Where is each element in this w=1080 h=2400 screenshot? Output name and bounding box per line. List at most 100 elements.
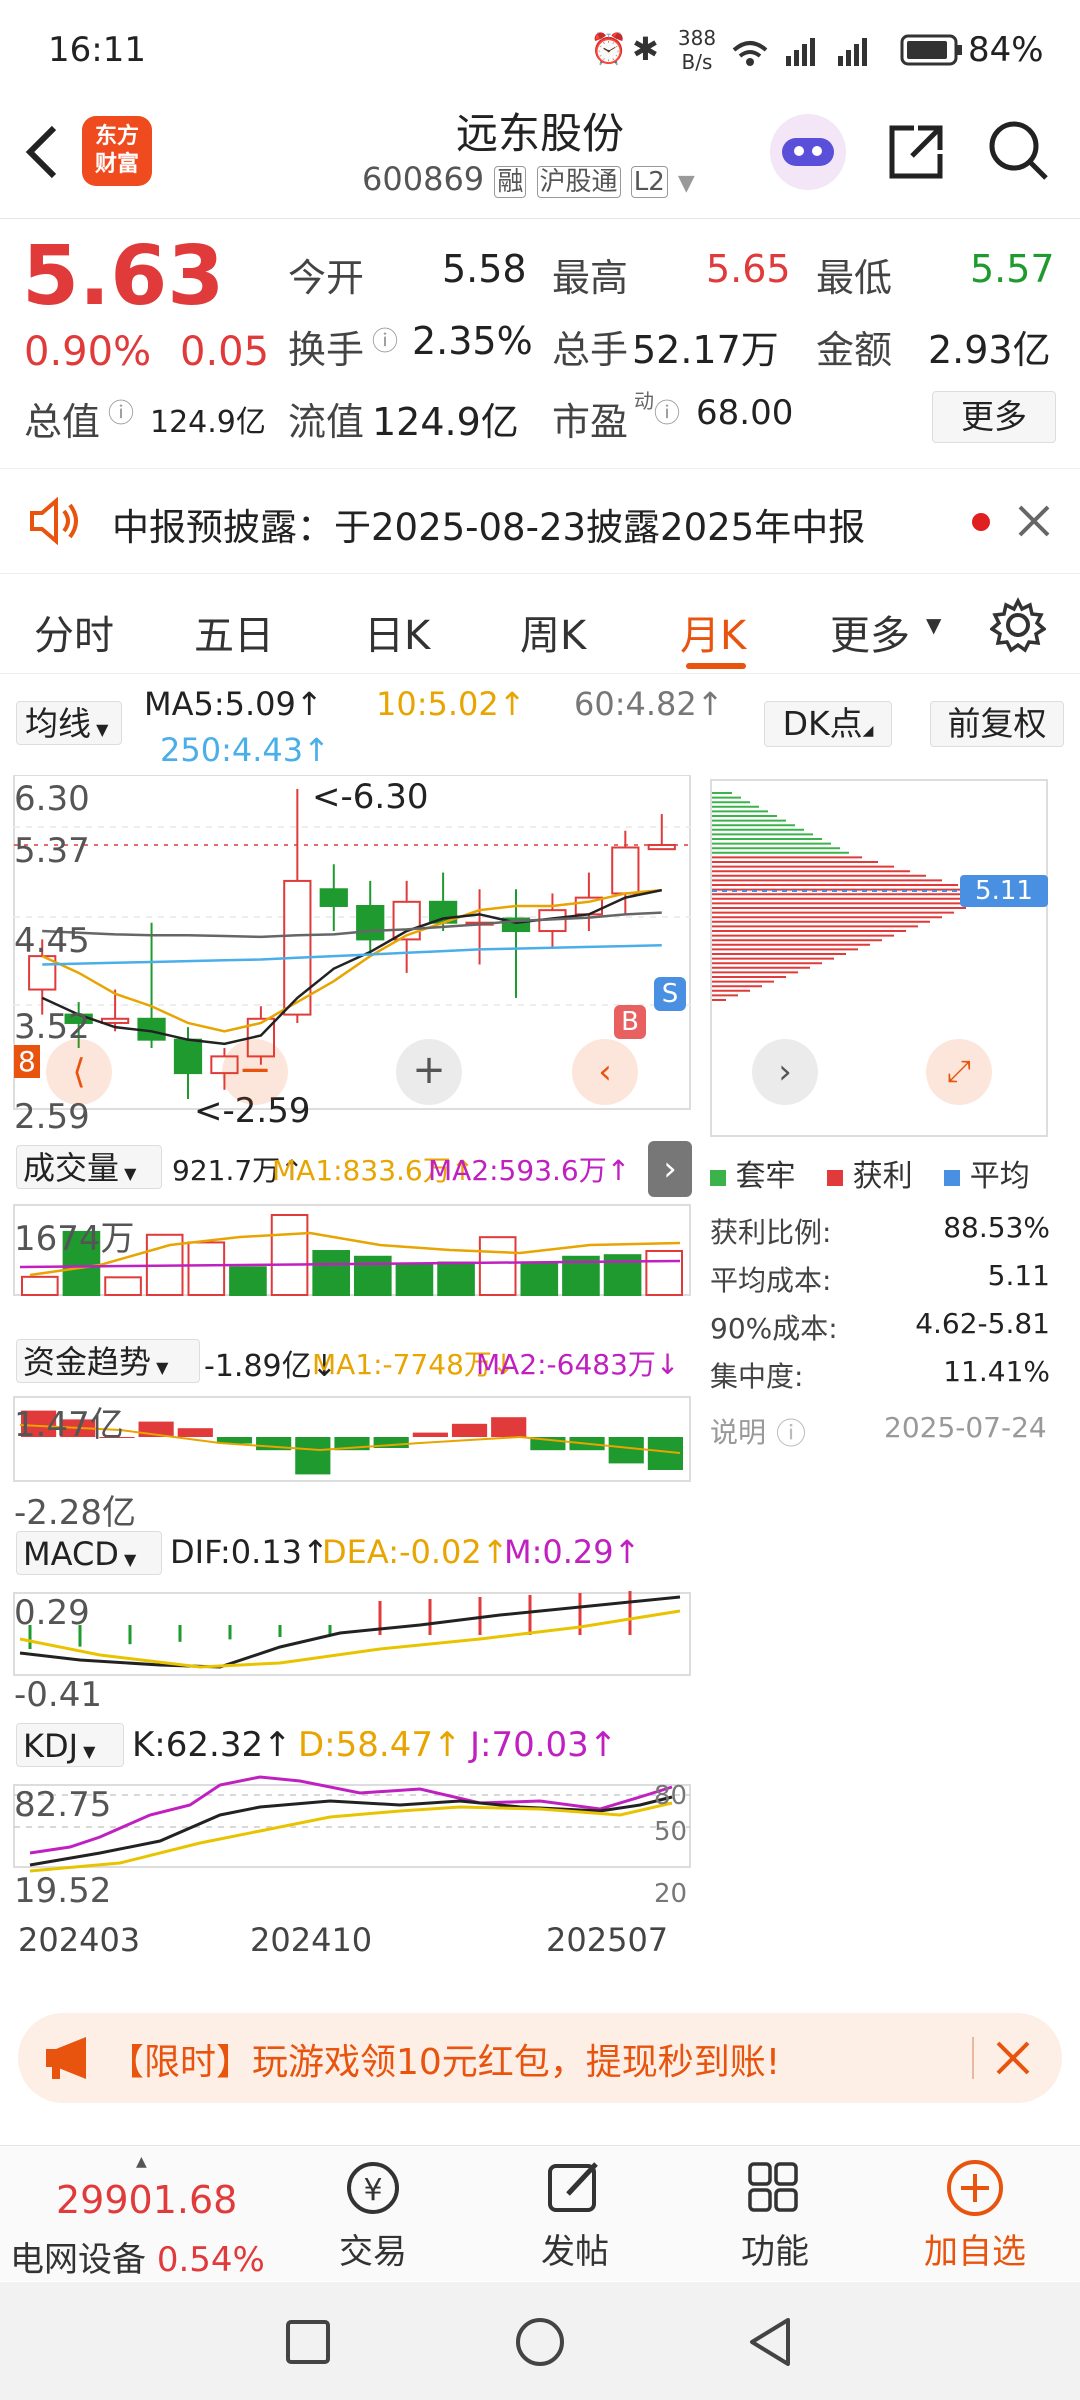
chevron-down-icon[interactable]: ▼ <box>678 171 695 196</box>
fund-bar <box>177 1428 213 1437</box>
ma-selector[interactable]: 均线 ▼ <box>16 701 122 745</box>
battery-icon <box>900 34 962 66</box>
assistant-avatar[interactable] <box>770 114 846 190</box>
tab-more[interactable]: 更多 <box>830 603 910 661</box>
chip-row: 90%成本: 4.62-5.81 <box>710 1307 1050 1355</box>
kdj-selector[interactable]: KDJ ▼ <box>16 1723 124 1767</box>
scroll-left-button[interactable]: ‹ <box>572 1039 638 1105</box>
back-nav-icon[interactable] <box>744 2316 796 2368</box>
nav-trade[interactable]: ¥ 交易 <box>308 2156 438 2273</box>
x-label-end: 202507 <box>546 1921 669 1959</box>
buy-marker[interactable]: B <box>614 1005 646 1039</box>
kdj-y-bottom: 19.52 <box>14 1871 112 1911</box>
x-label-mid: 202410 <box>250 1921 373 1959</box>
chip-cost-tag: 5.11 <box>960 875 1048 907</box>
logo-text-2: 财富 <box>94 152 139 177</box>
high-label: 最高 <box>552 256 629 300</box>
promo-banner[interactable]: 【限时】玩游戏领10元红包，提现秒到账! <box>18 2013 1062 2103</box>
notice-bar[interactable]: 中报预披露：于2025-08-23披露2025年中报 <box>0 468 1080 574</box>
stock-name: 远东股份 <box>455 109 624 158</box>
sell-marker[interactable]: S <box>654 977 686 1011</box>
fund-trend-selector[interactable]: 资金趋势 ▼ <box>16 1339 200 1383</box>
chart-area: 均线 ▼ MA5:5.09↑ 10:5.02↑ 60:4.82↑ 250:4.4… <box>0 675 1080 1995</box>
settings-icon[interactable] <box>990 597 1046 653</box>
pe-value: 68.00 <box>696 393 794 433</box>
unread-dot <box>972 513 990 531</box>
candle-body <box>100 1017 130 1024</box>
kdj-d: D:58.47↑ <box>298 1725 462 1765</box>
battery-percent: 84% <box>968 30 1044 70</box>
chip-distribution-chart[interactable] <box>710 779 1050 1139</box>
recent-apps-icon[interactable] <box>284 2318 332 2366</box>
share-icon[interactable] <box>884 120 948 184</box>
expand-left-button[interactable]: ⟨ <box>46 1039 112 1105</box>
help-icon[interactable]: ⓘ <box>776 1409 806 1453</box>
candle-body <box>611 846 640 895</box>
macd-dea: DEA:-0.02↑ <box>322 1533 509 1571</box>
zoom-in-button[interactable]: + <box>396 1039 462 1105</box>
kdj-y-top: 82.75 <box>14 1785 112 1825</box>
legend-average: 平均 <box>969 1159 1030 1194</box>
tab-intraday[interactable]: 分时 <box>34 603 114 661</box>
search-icon[interactable] <box>986 118 1052 184</box>
logo-text-1: 东方 <box>94 124 139 149</box>
volume-value: 52.17万 <box>632 328 779 372</box>
level2-tag: L2 <box>630 166 668 198</box>
net-speed-unit: B/s <box>681 50 713 74</box>
low-label: 最低 <box>816 256 893 300</box>
change-pct: 0.90% <box>24 329 152 375</box>
change-abs: 0.05 <box>180 329 270 375</box>
app-logo[interactable]: 东方 财富 <box>82 116 152 186</box>
macd-y-bottom: -0.41 <box>14 1675 102 1715</box>
info-icon[interactable]: ⓘ <box>654 393 680 430</box>
svg-text:¥: ¥ <box>363 2173 382 2208</box>
nav-functions[interactable]: 功能 <box>710 2156 840 2273</box>
kdj-ref-50: 50 <box>654 1817 688 1847</box>
volume-selector[interactable]: 成交量 ▼ <box>16 1145 162 1189</box>
tab-weekly-k[interactable]: 周K <box>520 603 586 661</box>
active-tab-indicator <box>686 663 746 669</box>
info-icon[interactable]: ⓘ <box>108 393 134 430</box>
fund-y-bottom: -2.28亿 <box>14 1493 136 1533</box>
fund-selector-label: 资金趋势 <box>23 1343 152 1381</box>
fund-bar <box>451 1423 488 1437</box>
volume-bar <box>478 1236 517 1297</box>
promo-text: 【限时】玩游戏领10元红包，提现秒到账! <box>108 2042 781 2083</box>
zoom-out-button[interactable]: − <box>222 1039 288 1105</box>
home-icon[interactable] <box>514 2316 566 2368</box>
status-bar: 16:11 ⏰ ✱ 388 B/s 84% <box>0 0 1080 100</box>
expand-right-icon[interactable]: › <box>648 1141 692 1197</box>
nav-add-watchlist[interactable]: 加自选 <box>910 2156 1040 2273</box>
nav-post[interactable]: 发帖 <box>510 2156 640 2273</box>
close-icon[interactable] <box>1016 503 1052 539</box>
legend-trapped: 套牢 <box>735 1159 796 1194</box>
stock-header: 东方 财富 远东股份 600869 融 沪股通 L2 ▼ <box>0 100 1080 219</box>
tab-daily-k[interactable]: 日K <box>364 603 430 661</box>
ma-selector-label: 均线 <box>25 704 91 743</box>
volume-bar <box>187 1241 226 1297</box>
ma60-value: 60:4.82↑ <box>574 685 724 723</box>
float-cap-value: 124.9亿 <box>372 400 519 444</box>
fund-y-top: 1.47亿 <box>14 1405 124 1445</box>
tab-five-day[interactable]: 五日 <box>194 603 274 661</box>
y-label-max: 6.30 <box>14 779 90 819</box>
volume-selector-label: 成交量 <box>23 1149 120 1187</box>
adjust-mode-button[interactable]: 前复权 <box>930 701 1064 747</box>
bottom-toolbar: ▲ 29901.68 电网设备 0.54% ¥ 交易 发帖 功能 加自选 <box>0 2145 1080 2281</box>
ma5-line <box>41 888 663 1046</box>
tab-monthly-k[interactable]: 月K <box>680 603 746 661</box>
kdj-ref-80: 80 <box>654 1781 688 1811</box>
more-button[interactable]: 更多 <box>932 391 1056 443</box>
back-icon[interactable] <box>22 122 62 182</box>
turnover-value: 2.35% <box>412 319 533 363</box>
macd-selector[interactable]: MACD ▼ <box>16 1531 162 1575</box>
chip-row-label: 90%成本: <box>710 1312 838 1345</box>
bluetooth-icon: ✱ <box>632 30 659 68</box>
volume-bar <box>437 1261 475 1297</box>
dk-point-button[interactable]: DK点◢ <box>764 701 892 747</box>
info-icon[interactable]: ⓘ <box>372 321 398 358</box>
kdj-selector-label: KDJ <box>23 1727 79 1765</box>
close-icon[interactable] <box>994 2039 1032 2077</box>
chip-note-label[interactable]: 说明 <box>710 1411 766 1451</box>
macd-dif: DIF:0.13↑ <box>170 1533 329 1571</box>
